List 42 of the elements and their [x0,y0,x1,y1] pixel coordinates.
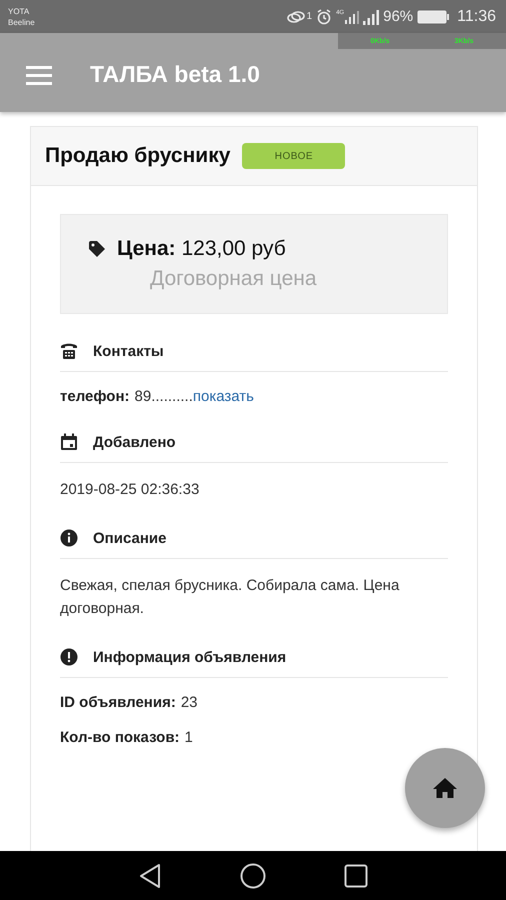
home-nav-button[interactable] [240,862,266,888]
field-value: 89.......... [134,388,193,405]
tag-icon [88,240,106,258]
info-icon [60,529,78,547]
back-button[interactable] [138,862,162,888]
price-text: Цена: 123,00 руб [117,237,286,261]
field-value: 1 [184,729,193,746]
field-value: 23 [180,694,198,711]
carrier-name: YOTA [8,6,30,16]
app-title: ТАЛБА beta 1.0 [90,61,260,88]
link-icon [286,8,306,24]
new-badge: НОВОЕ [242,143,346,169]
battery-icon [417,8,450,24]
field-label: ID объявления: [60,694,176,711]
field-label: Кол-во показов: [60,729,180,746]
show-link[interactable]: показать [192,388,254,405]
listing-title: Продаю бруснику [45,144,230,168]
alarm-icon [316,8,332,24]
square-icon [344,864,368,888]
home-icon [432,777,458,799]
telephone-icon [60,342,78,360]
signal-icon [363,8,380,24]
menu-icon [26,64,52,84]
calendar-icon [60,433,78,451]
back-icon [138,862,162,888]
price-note: Договорная цена [149,267,318,291]
section-text: 2019-08-25 02:36:33 [60,480,200,500]
carrier-name: Beeline [8,16,35,28]
section-title: Информация объявления [93,648,286,666]
section-title: Описание [93,530,166,546]
menu-button[interactable] [26,64,52,84]
status-time: 11:36 [457,8,496,26]
signal-icon [345,10,360,24]
exclamation-icon [60,648,78,666]
sim-number: 1 [306,10,312,22]
section-title: Добавлено [93,434,176,450]
recents-button[interactable] [344,864,368,888]
field-label: телефон: [60,388,130,405]
battery-percent: 96% [383,8,414,25]
section-title: Контакты [93,342,164,360]
section-text: Свежая, спелая брусника. Собирала сама. Цена договорная. [60,576,400,619]
circle-icon [240,862,266,888]
